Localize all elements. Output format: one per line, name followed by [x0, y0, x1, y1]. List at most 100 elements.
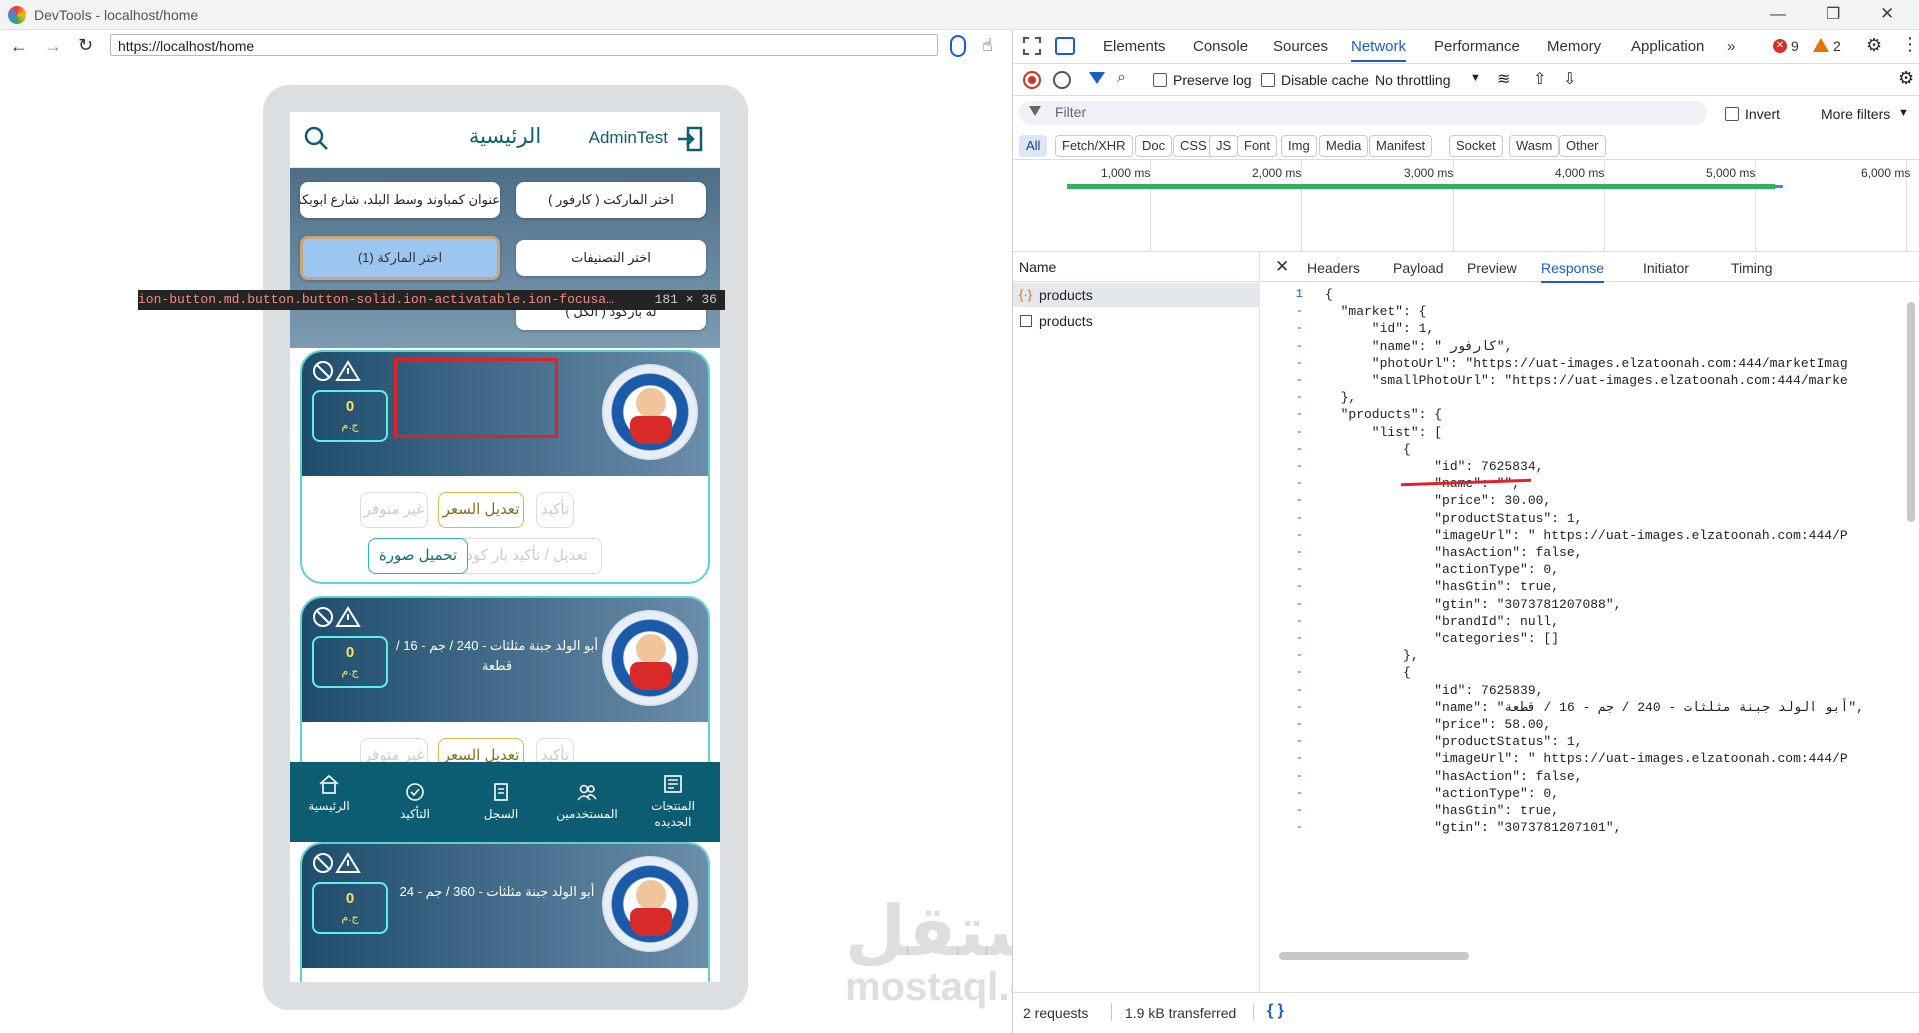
type-filter-js[interactable]: JS [1209, 135, 1239, 157]
response-line: }, [1325, 390, 1357, 406]
inspect-element-icon[interactable] [1023, 37, 1041, 55]
url-input[interactable]: https://localhost/home [110, 34, 938, 56]
export-har-icon[interactable]: ⇩ [1563, 69, 1576, 89]
search-icon[interactable]: ⌕ [1117, 69, 1126, 87]
logout-icon[interactable] [676, 126, 704, 152]
error-icon[interactable]: ✕ [1773, 39, 1787, 53]
forward-icon[interactable]: → [44, 36, 62, 57]
tab-users[interactable]: المستخدمين [552, 782, 622, 822]
line-number: - [1295, 373, 1303, 387]
import-har-icon[interactable]: ⇧ [1533, 69, 1546, 89]
product-image [602, 856, 698, 952]
preserve-log-checkbox[interactable] [1153, 73, 1167, 87]
chevron-down-icon[interactable]: ▼ [1470, 72, 1481, 84]
tab-performance[interactable]: Performance [1434, 38, 1520, 55]
market-select-button[interactable]: اختر الماركت ( كارفور ) [516, 182, 706, 218]
line-number: - [1295, 699, 1303, 714]
type-filter-img[interactable]: Img [1281, 135, 1317, 157]
edit-price-button[interactable]: تعديل السعر [438, 492, 524, 528]
brand-select-button[interactable]: اختر الماركة (1) [300, 236, 500, 280]
type-filter-wasm[interactable]: Wasm [1509, 135, 1560, 157]
reload-icon[interactable]: ↻ [78, 35, 93, 56]
tab-initiator[interactable]: Initiator [1643, 260, 1689, 276]
address-select-button[interactable]: عنوان كمباوند وسط البلد، شارع ابوبكر [300, 182, 500, 218]
quantity-box[interactable]: 0 ج.م [312, 882, 388, 934]
record-icon[interactable] [1023, 71, 1041, 89]
tab-elements[interactable]: Elements [1103, 38, 1166, 55]
line-number: - [1295, 682, 1303, 697]
quantity-box[interactable]: 0 ج.م [312, 636, 388, 688]
restore-button[interactable]: ❐ [1826, 4, 1846, 23]
confirm-button[interactable]: تأكيد [536, 492, 574, 528]
request-row[interactable]: products [1013, 309, 1260, 333]
name-column-header[interactable]: Name [1013, 252, 1260, 282]
type-filter-all[interactable]: All [1019, 135, 1048, 157]
vertical-scrollbar[interactable] [1907, 302, 1915, 522]
filter-icon[interactable] [1089, 72, 1105, 84]
not-available-button[interactable]: غير متوفر [360, 492, 428, 528]
tab-log[interactable]: السجل [466, 782, 536, 822]
warning-count[interactable]: 2 [1833, 38, 1841, 54]
quantity-value: 0 [345, 890, 355, 907]
filter-input[interactable]: Filter [1019, 101, 1707, 125]
minimize-button[interactable]: — [1770, 6, 1790, 24]
invert-checkbox[interactable] [1725, 107, 1739, 121]
tab-payload[interactable]: Payload [1393, 260, 1444, 276]
type-filter-doc[interactable]: Doc [1135, 135, 1173, 157]
tab-application[interactable]: Application [1631, 38, 1704, 55]
type-filter-font[interactable]: Font [1237, 135, 1278, 157]
network-settings-icon[interactable]: ⚙ [1898, 68, 1914, 89]
tab-home[interactable]: الرئيسية [294, 774, 364, 814]
network-conditions-icon[interactable]: ≋ [1497, 69, 1510, 89]
tab-network[interactable]: Network [1351, 38, 1407, 62]
tab-timing[interactable]: Timing [1731, 260, 1773, 276]
type-filter-socket[interactable]: Socket [1449, 135, 1503, 157]
tab-sources[interactable]: Sources [1273, 38, 1328, 55]
type-filter-row: All Fetch/XHR Doc CSS JS Font Img Media … [1013, 130, 1919, 160]
close-window-button[interactable]: ✕ [1880, 4, 1900, 23]
more-tabs-icon[interactable]: » [1727, 38, 1735, 55]
back-icon[interactable]: ← [10, 36, 28, 57]
type-filter-manifest[interactable]: Manifest [1369, 135, 1433, 157]
tab-confirm[interactable]: التأكيد [380, 782, 450, 822]
document-icon [494, 783, 508, 801]
timeline-tick-label: 5,000 ms [1706, 166, 1756, 180]
chevron-down-icon[interactable]: ▼ [1898, 107, 1909, 119]
filter-icon [1029, 106, 1041, 116]
tab-preview[interactable]: Preview [1467, 260, 1517, 276]
type-filter-other[interactable]: Other [1559, 135, 1606, 157]
tab-memory[interactable]: Memory [1547, 38, 1601, 55]
more-options-icon[interactable]: ⋮ [1901, 34, 1919, 55]
horizontal-scrollbar[interactable] [1269, 950, 1889, 962]
quantity-box[interactable]: 0 ج.م [312, 390, 388, 442]
more-filters-button[interactable]: More filters [1821, 106, 1890, 122]
device-toolbar-icon[interactable] [1055, 37, 1075, 55]
tab-headers[interactable]: Headers [1307, 260, 1360, 276]
throttling-select[interactable]: No throttling [1375, 72, 1450, 88]
line-number: - [1295, 304, 1303, 319]
clear-icon[interactable] [1053, 71, 1071, 89]
tab-new-products[interactable]: المنتجات الجديده [638, 774, 708, 830]
error-count[interactable]: 9 [1791, 38, 1799, 54]
settings-gear-icon[interactable]: ⚙ [1866, 35, 1882, 56]
mouse-emulation-icon[interactable] [950, 35, 966, 57]
tab-console[interactable]: Console [1193, 38, 1248, 55]
network-overview-timeline: 1,000 ms 2,000 ms 3,000 ms 4,000 ms 5,00… [1013, 160, 1919, 252]
pretty-print-icon[interactable]: { } [1267, 1002, 1284, 1020]
edit-barcode-button[interactable]: تعديل / تأكيد بار كود [452, 538, 602, 574]
disable-cache-checkbox[interactable] [1261, 73, 1275, 87]
type-filter-css[interactable]: CSS [1173, 135, 1214, 157]
line-number: - [1295, 355, 1303, 370]
close-icon[interactable]: ✕ [1275, 257, 1289, 277]
warning-icon[interactable] [1813, 38, 1829, 52]
upload-image-button[interactable]: تحميل صورة [368, 538, 468, 574]
type-filter-fetch-xhr[interactable]: Fetch/XHR [1055, 135, 1133, 157]
type-filter-media[interactable]: Media [1319, 135, 1369, 157]
categories-select-button[interactable]: اختر التصنيفات [516, 240, 706, 276]
bottom-tab-bar: الرئيسية التأكيد السجل المستخدمين المنتج… [290, 762, 720, 842]
timeline-tick-label: 1,000 ms [1101, 166, 1151, 180]
response-body[interactable]: 1 {- "market": {- "id": 1, - "name": " كار… [1261, 283, 1919, 948]
tab-response[interactable]: Response [1541, 260, 1605, 283]
touch-emulation-icon[interactable]: ☝ [982, 35, 993, 56]
request-row[interactable]: {·} products [1013, 283, 1260, 307]
